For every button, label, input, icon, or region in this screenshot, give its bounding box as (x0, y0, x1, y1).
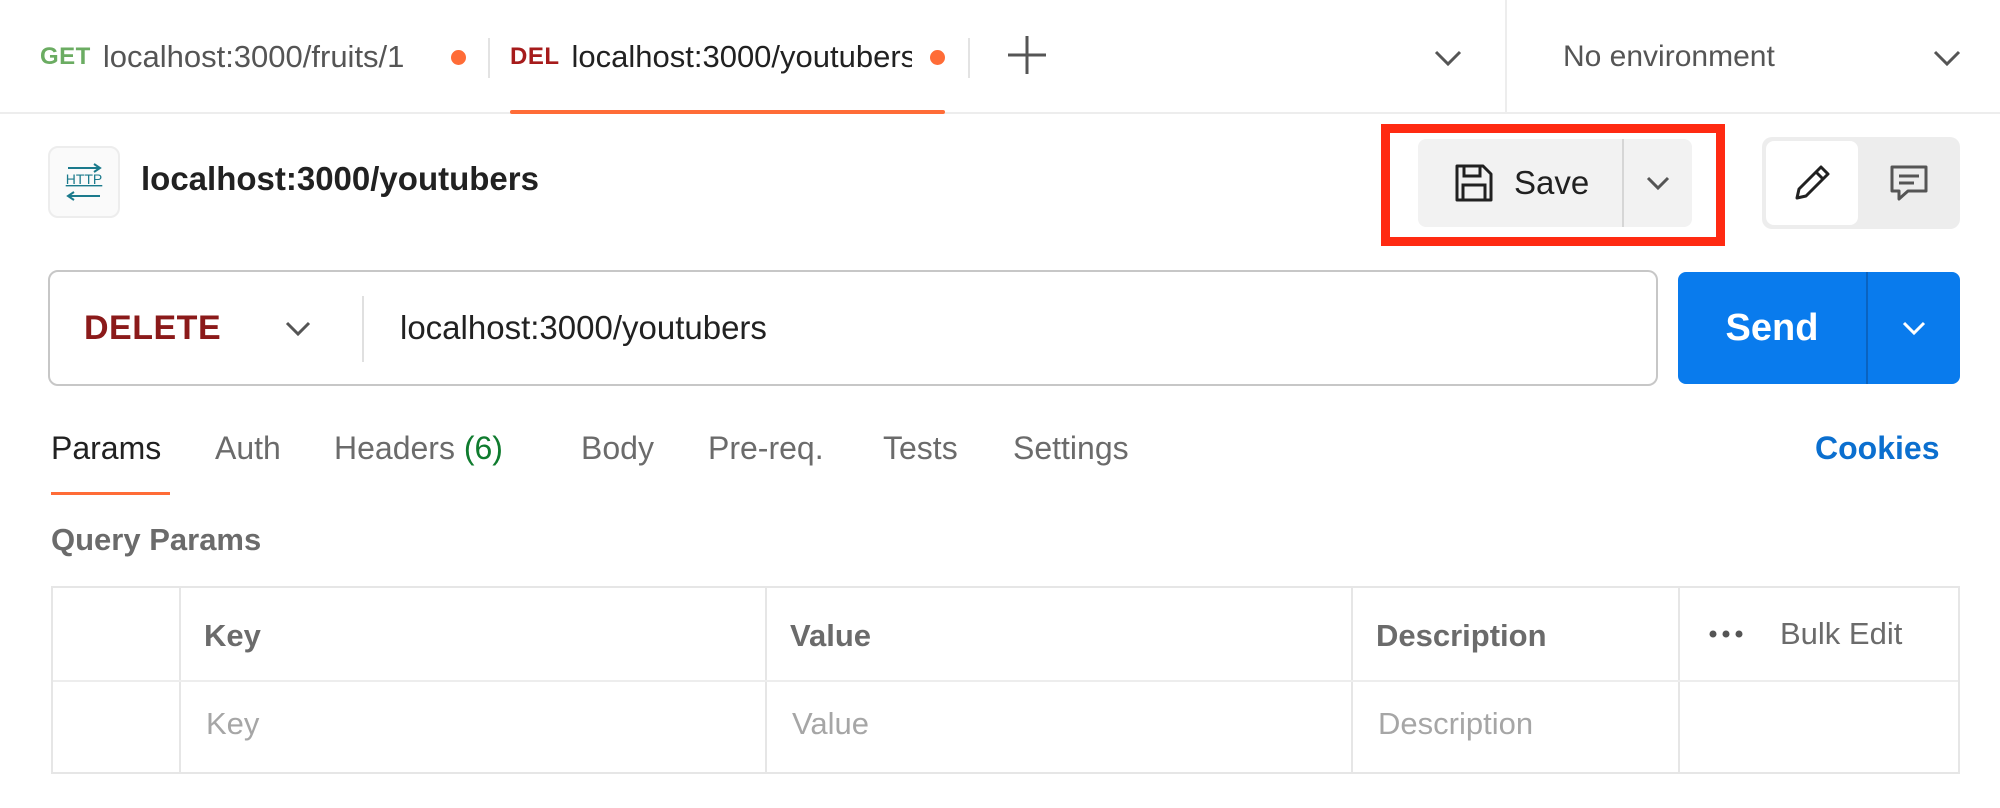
tabs-overflow-button[interactable] (1428, 40, 1468, 76)
pencil-icon (1795, 165, 1830, 200)
table-row-divider (53, 680, 1958, 682)
url-bar-divider (362, 296, 364, 362)
column-header-description: Description (1376, 618, 1547, 653)
tab-bar: GET localhost:3000/fruits/1 DEL localhos… (0, 0, 2000, 114)
tab-headers[interactable]: Headers (6) (334, 430, 503, 467)
param-key-input[interactable]: Key (206, 706, 259, 742)
chevron-down-icon (1933, 50, 1961, 67)
tab-divider (968, 38, 970, 78)
unsaved-dot-icon (930, 49, 945, 65)
cookies-link[interactable]: Cookies (1815, 430, 1939, 467)
request-tab-get-fruits[interactable]: GET localhost:3000/fruits/1 (40, 0, 480, 114)
send-button[interactable]: Send (1678, 272, 1866, 384)
http-icon-text: HTTP (66, 171, 103, 187)
column-header-value: Value (790, 618, 871, 653)
request-title[interactable]: localhost:3000/youtubers (141, 160, 539, 198)
chevron-down-icon (285, 321, 311, 337)
unsaved-dot-icon (450, 49, 466, 65)
headers-count-badge: (6) (463, 430, 503, 466)
new-tab-button[interactable] (1004, 32, 1050, 78)
http-icon: HTTP (48, 146, 120, 218)
query-params-table: Key Value Description Bulk Edit Key Valu… (51, 586, 1960, 774)
comment-icon (1890, 165, 1928, 201)
tab-url-label: localhost:3000/fruits/1 (102, 39, 405, 74)
comments-button[interactable] (1862, 141, 1956, 225)
tab-headers-label: Headers (334, 430, 455, 466)
tab-prereq[interactable]: Pre-req. (708, 430, 824, 467)
url-bar: DELETE (48, 270, 1658, 386)
bulk-edit-area: Bulk Edit (1706, 616, 1902, 652)
tab-url-label: localhost:3000/youtubers (571, 39, 913, 74)
bulk-edit-link[interactable]: Bulk Edit (1780, 616, 1902, 652)
view-toggle-group (1762, 137, 1960, 229)
param-description-input[interactable]: Description (1378, 706, 1533, 742)
tab-divider (488, 38, 490, 78)
send-button-group: Send (1678, 272, 1960, 384)
chevron-down-icon (1434, 50, 1462, 67)
query-params-title: Query Params (51, 522, 262, 557)
tab-method-label: DEL (510, 43, 560, 70)
plus-icon (1008, 36, 1046, 74)
environment-selector[interactable]: No environment (1507, 0, 2000, 114)
send-options-button[interactable] (1868, 272, 1960, 384)
edit-button[interactable] (1766, 141, 1858, 225)
active-request-tab-indicator (51, 492, 170, 495)
tab-tests[interactable]: Tests (883, 430, 958, 467)
tab-auth[interactable]: Auth (215, 430, 281, 467)
more-dots-icon[interactable] (1706, 619, 1746, 649)
save-highlight-box (1381, 124, 1725, 246)
url-input[interactable] (400, 272, 1640, 384)
environment-label: No environment (1563, 40, 1775, 73)
tab-params[interactable]: Params (51, 430, 161, 467)
method-dropdown[interactable]: DELETE (50, 272, 362, 384)
method-label: DELETE (84, 308, 222, 347)
tab-body[interactable]: Body (581, 430, 654, 467)
tab-settings[interactable]: Settings (1013, 430, 1129, 467)
request-tab-delete-youtubers[interactable]: DEL localhost:3000/youtubers (510, 0, 945, 114)
column-header-key: Key (204, 618, 261, 653)
tab-method-label: GET (40, 43, 91, 70)
chevron-down-icon (1902, 321, 1926, 336)
param-value-input[interactable]: Value (792, 706, 869, 742)
active-tab-indicator (510, 110, 945, 114)
